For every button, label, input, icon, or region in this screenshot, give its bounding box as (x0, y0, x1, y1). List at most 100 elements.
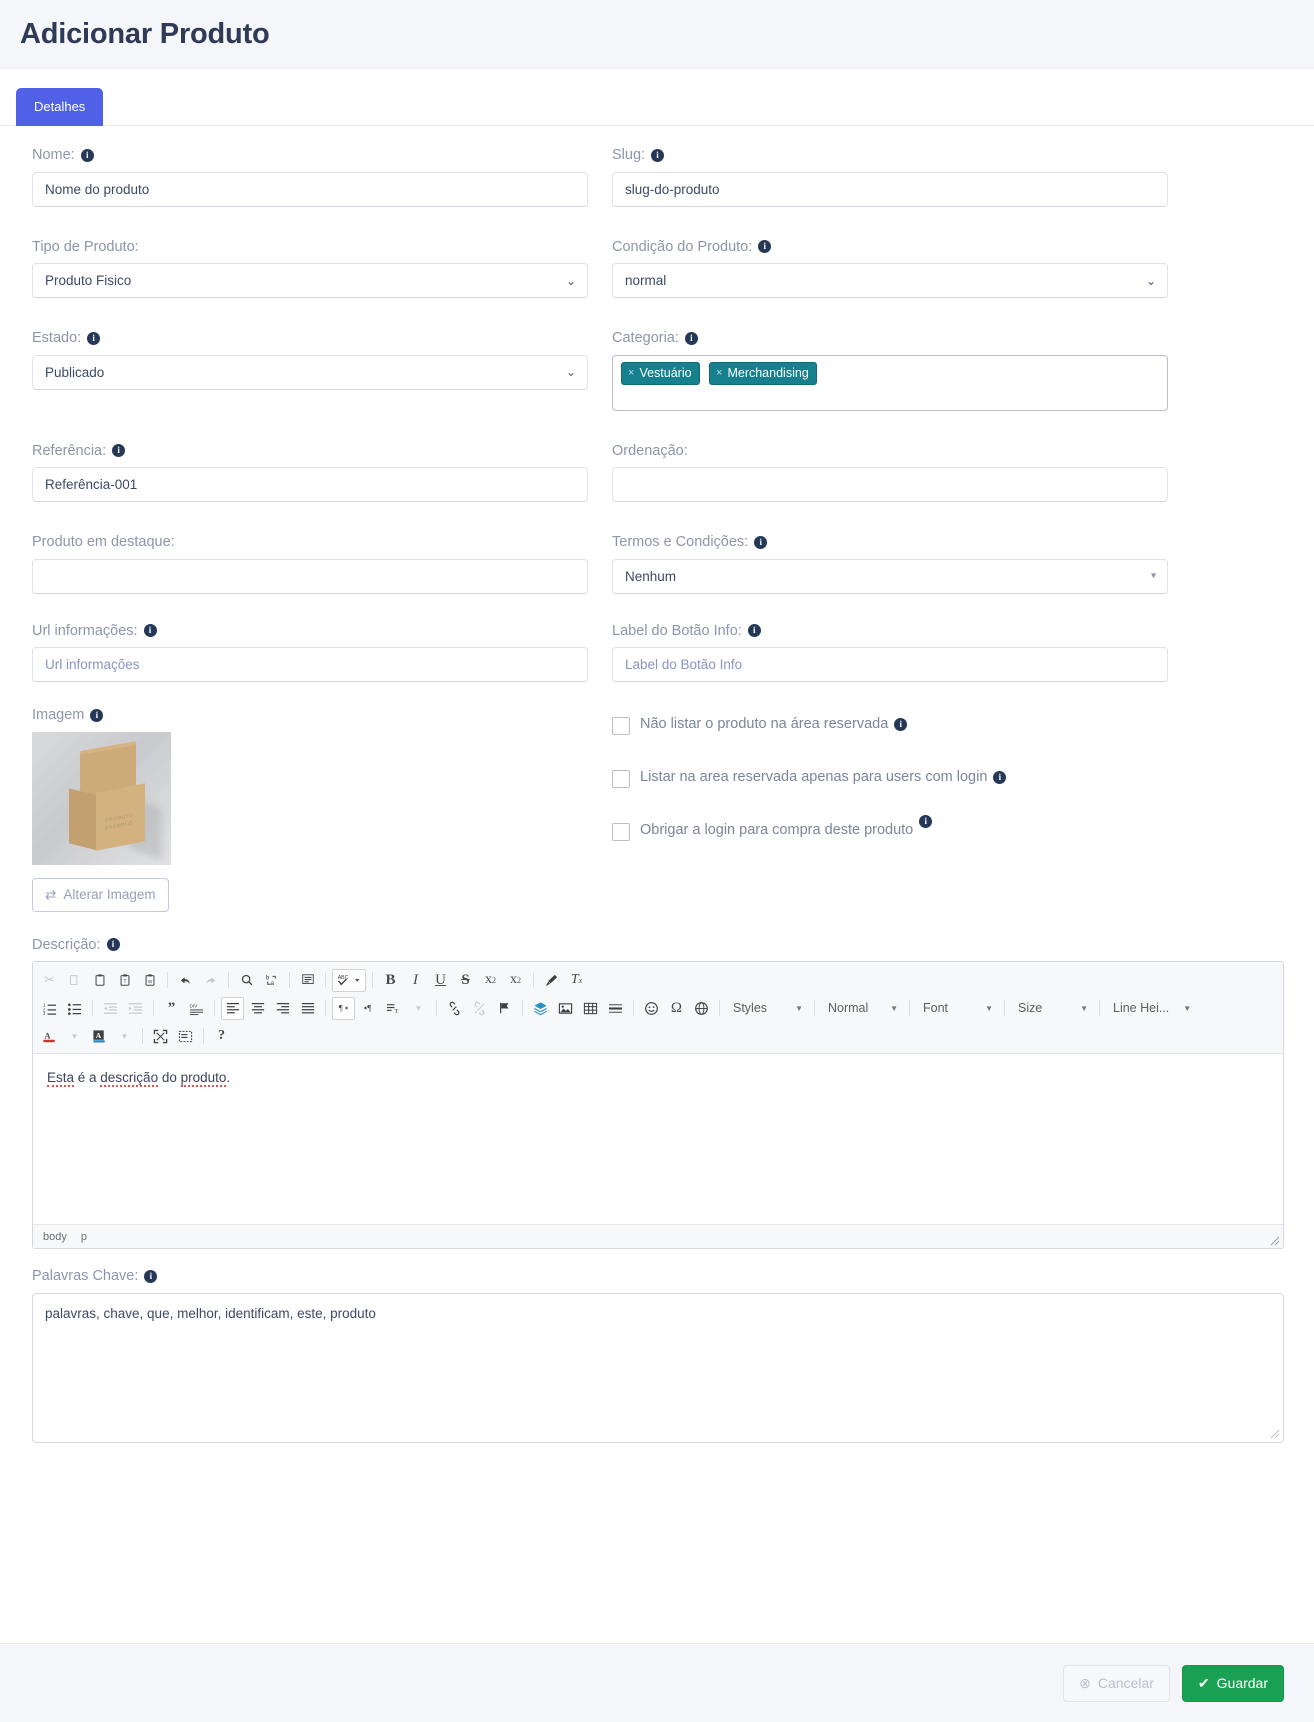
remove-format-icon[interactable]: Tx (565, 969, 588, 992)
remove-tag-icon[interactable]: × (716, 367, 722, 379)
text-direction-rtl-icon[interactable]: ¶ (357, 997, 380, 1020)
resize-grip-icon[interactable] (1270, 1236, 1280, 1246)
estado-select[interactable]: Publicado (32, 354, 588, 390)
slug-input[interactable]: slug-do-produto (612, 171, 1168, 207)
condicao-select-wrap[interactable]: normal ⌄ (612, 263, 1168, 298)
background-color-icon[interactable]: A (88, 1025, 111, 1048)
maximize-icon[interactable] (149, 1025, 172, 1048)
category-tag[interactable]: × Vestuário (621, 361, 700, 385)
align-right-icon[interactable] (271, 997, 294, 1020)
info-icon[interactable]: i (112, 444, 126, 458)
justify-icon[interactable] (296, 997, 319, 1020)
show-blocks-icon[interactable] (174, 1025, 197, 1048)
image-icon[interactable] (554, 997, 577, 1020)
tab-detalhes[interactable]: Detalhes (16, 88, 104, 126)
info-icon[interactable]: i (993, 770, 1007, 784)
italic-icon[interactable]: I (404, 969, 427, 992)
bold-icon[interactable]: B (379, 969, 402, 992)
editor-content-area[interactable]: Esta é a descrição do produto. (33, 1054, 1283, 1224)
create-div-icon[interactable]: DIV (185, 997, 208, 1020)
info-icon[interactable]: i (87, 331, 101, 345)
checkbox-row-obrigar-login[interactable]: Obrigar a login para compra deste produt… (612, 815, 1168, 841)
tipo-produto-select[interactable]: Produto Fisico (32, 263, 588, 298)
strikethrough-icon[interactable]: S (454, 969, 477, 992)
paste-icon[interactable] (88, 969, 111, 992)
guardar-button[interactable]: ✔ Guardar (1181, 1664, 1284, 1702)
subscript-icon[interactable]: x2 (479, 969, 502, 992)
paste-from-word-icon[interactable]: W (138, 969, 161, 992)
info-icon[interactable]: i (106, 938, 120, 952)
copy-icon[interactable] (63, 969, 86, 992)
info-icon[interactable]: i (894, 717, 908, 731)
checkbox-row-nao-listar[interactable]: Não listar o produto na área reservada i (612, 716, 1168, 735)
smiley-icon[interactable] (640, 997, 663, 1020)
format-combo[interactable]: Normal ▼ (820, 997, 904, 1020)
info-icon[interactable]: i (80, 148, 94, 162)
paste-as-plain-text-icon[interactable]: T (113, 969, 136, 992)
text-color-icon[interactable]: A (38, 1025, 61, 1048)
copy-formatting-brush-icon[interactable] (540, 969, 563, 992)
info-icon[interactable]: i (651, 148, 665, 162)
blockquote-icon[interactable]: ” (160, 997, 183, 1020)
size-combo[interactable]: Size ▼ (1010, 997, 1094, 1020)
horizontal-rule-icon[interactable] (604, 997, 627, 1020)
chevron-down-icon[interactable]: ▾ (63, 1025, 86, 1048)
info-icon[interactable]: i (144, 1269, 158, 1283)
iframe-globe-icon[interactable] (690, 997, 713, 1020)
superscript-icon[interactable]: x2 (504, 969, 527, 992)
tipo-produto-select-wrap[interactable]: Produto Fisico ⌄ (32, 263, 588, 298)
referencia-input[interactable]: Referência-001 (32, 467, 588, 502)
checkbox-row-listar-login[interactable]: Listar na area reservada apenas para use… (612, 769, 1168, 788)
info-icon[interactable]: i (684, 331, 698, 345)
text-direction-ltr-icon[interactable]: ¶ (332, 996, 355, 1020)
nome-input[interactable]: Nome do produto (32, 171, 588, 207)
estado-select-wrap[interactable]: Publicado ⌄ (32, 354, 588, 390)
underline-icon[interactable]: U (429, 969, 452, 992)
font-combo[interactable]: Font ▼ (915, 997, 999, 1020)
dropdown-caret-icon[interactable]: ▾ (407, 997, 430, 1020)
undo-icon[interactable] (174, 969, 197, 992)
select-all-icon[interactable] (296, 969, 319, 992)
element-path-p[interactable]: p (81, 1231, 87, 1243)
link-icon[interactable] (443, 997, 466, 1020)
rich-text-editor[interactable]: ✂ T W b a ABC B I U S x 2 x 2 T x 1 2 3 … (32, 961, 1284, 1249)
checkbox-listar-login[interactable] (612, 770, 630, 788)
media-embed-icon[interactable] (529, 997, 552, 1020)
unlink-icon[interactable] (468, 997, 491, 1020)
styles-combo[interactable]: Styles ▼ (725, 997, 809, 1020)
category-tag[interactable]: × Merchandising (709, 361, 817, 385)
remove-tag-icon[interactable]: × (628, 367, 634, 379)
indent-icon[interactable] (124, 997, 147, 1020)
cancelar-button[interactable]: ⊗ Cancelar (1063, 1664, 1170, 1702)
info-icon[interactable]: i (919, 815, 933, 828)
condicao-select[interactable]: normal (612, 263, 1168, 298)
table-icon[interactable] (579, 997, 602, 1020)
element-path-body[interactable]: body (43, 1231, 67, 1243)
ordenacao-input[interactable] (612, 467, 1168, 502)
find-icon[interactable] (235, 969, 258, 992)
spellcheck-icon[interactable]: ABC (332, 968, 366, 992)
line-height-combo[interactable]: Line Hei... ▼ (1105, 997, 1197, 1020)
product-image-thumbnail[interactable]: PRODUTO EXEMPLO (32, 731, 171, 865)
categoria-tag-input[interactable]: × Vestuário × Merchandising (612, 354, 1168, 411)
align-center-icon[interactable] (246, 997, 269, 1020)
numbered-list-icon[interactable]: 123 (38, 997, 61, 1020)
set-language-icon[interactable]: T (382, 997, 405, 1020)
replace-icon[interactable]: ba (260, 969, 283, 992)
checkbox-nao-listar[interactable] (612, 717, 630, 735)
label-botao-info-input[interactable]: Label do Botão Info (612, 647, 1168, 682)
checkbox-obrigar-login[interactable] (612, 823, 630, 841)
chevron-down-icon[interactable]: ▾ (113, 1025, 136, 1048)
info-icon[interactable]: i (747, 624, 761, 638)
palavras-chave-textarea[interactable]: palavras, chave, que, melhor, identifica… (32, 1292, 1284, 1443)
alterar-imagem-button[interactable]: ⇄ Alterar Imagem (32, 877, 169, 912)
resize-grip-icon[interactable] (1270, 1429, 1280, 1439)
info-icon[interactable]: i (143, 624, 157, 638)
bulleted-list-icon[interactable] (63, 997, 86, 1020)
info-icon[interactable]: i (90, 708, 104, 722)
url-informacoes-input[interactable]: Url informações (32, 647, 588, 682)
termos-select-wrap[interactable]: Nenhum ▾ (612, 558, 1168, 594)
align-left-icon[interactable] (221, 996, 244, 1020)
destaque-input[interactable] (32, 558, 588, 594)
redo-icon[interactable] (199, 969, 222, 992)
